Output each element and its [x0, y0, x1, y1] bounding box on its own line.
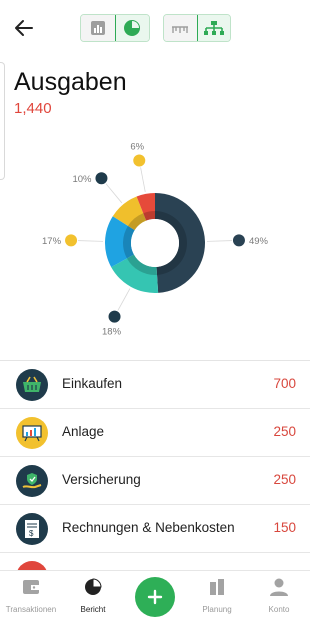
nav-konto[interactable]: Konto — [248, 577, 310, 614]
donut-hole — [131, 219, 179, 267]
nav-label: Planung — [202, 605, 232, 614]
shopping-basket-icon — [16, 369, 48, 401]
bar-chart-icon[interactable] — [81, 15, 115, 41]
investment-board-icon — [16, 417, 48, 449]
bill-icon: $ — [16, 513, 48, 545]
total-amount: 1,440 — [14, 100, 52, 117]
nav-planung[interactable]: Planung — [186, 577, 248, 614]
category-list: Einkaufen 700 Anlage 250 Versicherung 25… — [0, 361, 310, 573]
expense-donut-chart: 49% 18% 17% 10% 6% — [42, 141, 269, 338]
nav-label: Bericht — [80, 605, 106, 614]
insurance-hand-icon — [16, 465, 48, 497]
bottom-navigation: Transaktionen Bericht Planung Konto — [0, 570, 310, 620]
wallet-icon — [23, 580, 39, 594]
list-item-amount: 150 — [273, 520, 296, 535]
list-item[interactable]: Versicherung 250 — [0, 457, 310, 505]
callout-line — [139, 166, 146, 192]
callout-percent-label: 6% — [130, 141, 144, 152]
callout-icon-einkaufen — [231, 233, 246, 248]
hierarchy-tree-icon[interactable] — [196, 15, 230, 41]
page-title: Ausgaben — [14, 68, 127, 96]
planning-icon — [210, 579, 224, 595]
callout-icon-sonstiges — [132, 153, 147, 168]
callout-percent-label: 49% — [249, 236, 269, 247]
nav-label: Konto — [268, 605, 290, 614]
account-icon — [270, 578, 288, 596]
mode-toggle — [163, 14, 231, 42]
list-item-label: Versicherung — [62, 472, 141, 487]
pie-chart-icon — [85, 578, 102, 595]
view-toggle — [80, 14, 150, 42]
callout-line — [104, 182, 123, 204]
list-item-label: Einkaufen — [62, 376, 123, 391]
list-item-amount: 250 — [273, 472, 296, 487]
callout-icon-anlage — [107, 309, 122, 324]
flat-tree-icon[interactable] — [164, 15, 197, 41]
plus-icon — [147, 589, 163, 605]
nav-transaktionen[interactable]: Transaktionen — [0, 577, 62, 614]
svg-text:$: $ — [29, 529, 34, 538]
list-item[interactable]: Anlage 250 — [0, 409, 310, 457]
back-arrow-icon[interactable] — [10, 14, 38, 42]
callout-percent-label: 17% — [42, 236, 62, 247]
nav-bericht[interactable]: Bericht — [62, 577, 124, 614]
pie-chart-icon[interactable] — [114, 15, 149, 41]
top-bar — [0, 10, 310, 46]
list-item-label: Anlage — [62, 424, 105, 439]
nav-label: Transaktionen — [5, 605, 57, 614]
callout-icon-versicherung — [64, 233, 79, 248]
callout-line — [117, 288, 131, 312]
callout-line — [206, 240, 233, 242]
add-button[interactable] — [135, 577, 175, 617]
callout-line — [77, 240, 104, 242]
list-item[interactable]: $ Rechnungen & Nebenkosten 150 — [0, 505, 310, 553]
list-item-amount: 250 — [273, 424, 296, 439]
callout-icon-rechnungen-nebenkosten — [94, 171, 109, 186]
list-item-label: Rechnungen & Nebenkosten — [62, 520, 235, 535]
list-item[interactable]: Einkaufen 700 — [0, 361, 310, 409]
callout-percent-label: 10% — [72, 174, 92, 185]
list-item-amount: 700 — [273, 376, 296, 391]
callout-percent-label: 18% — [102, 327, 122, 338]
